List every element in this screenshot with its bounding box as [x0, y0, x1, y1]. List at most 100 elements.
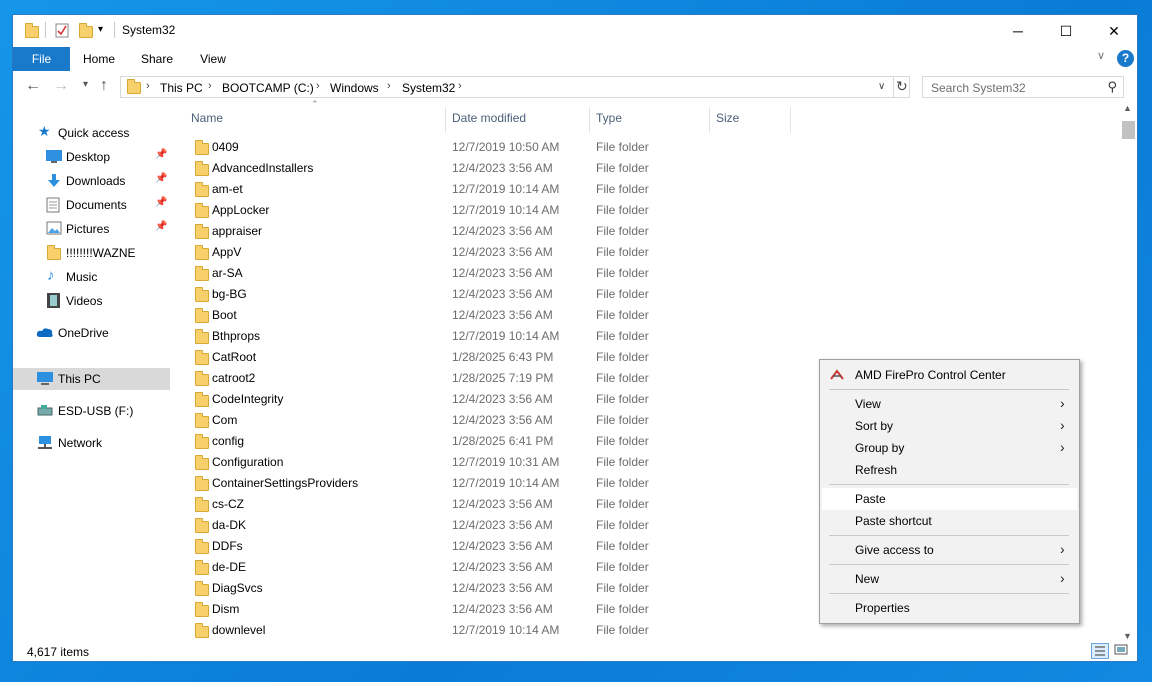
menu-item-amd-firepro[interactable]: AMD FirePro Control Center [822, 364, 1077, 386]
pin-icon[interactable]: 📌 [155, 221, 167, 232]
sidebar-item-onedrive[interactable]: OneDrive [13, 322, 170, 344]
chevron-right-icon[interactable]: › [146, 80, 150, 92]
column-divider[interactable] [589, 107, 590, 133]
forward-button[interactable]: → [53, 77, 69, 95]
breadcrumb-bootcamp[interactable]: BOOTCAMP (C:) [222, 81, 314, 95]
back-button[interactable]: ← [25, 77, 41, 95]
column-size[interactable]: Size [716, 105, 739, 131]
pin-icon[interactable]: 📌 [155, 197, 167, 208]
minimize-button[interactable]: ─ [995, 15, 1041, 47]
menu-item-paste-shortcut[interactable]: Paste shortcut [822, 510, 1077, 532]
menu-item-give-access[interactable]: Give access to › [822, 539, 1077, 561]
menu-item-paste[interactable]: Paste [822, 488, 1077, 510]
table-row[interactable]: Bthprops 12/7/2019 10:14 AM File folder [183, 326, 1121, 347]
close-button[interactable]: ✕ [1091, 15, 1137, 47]
table-row[interactable]: am-et 12/7/2019 10:14 AM File folder [183, 179, 1121, 200]
menu-item-label: Paste [855, 492, 886, 506]
breadcrumb-this-pc[interactable]: This PC [160, 81, 203, 95]
tab-home[interactable]: Home [75, 47, 123, 71]
customize-quick-access-icon[interactable]: ▾ [98, 24, 103, 35]
menu-item-group-by[interactable]: Group by › [822, 437, 1077, 459]
table-row[interactable]: AdvancedInstallers 12/4/2023 3:56 AM File … [183, 158, 1121, 179]
file-type: File folder [596, 350, 649, 364]
new-folder-quick-icon[interactable] [79, 23, 93, 38]
tab-file[interactable]: File [13, 47, 70, 71]
folder-icon [195, 161, 209, 176]
details-view-button[interactable] [1091, 643, 1109, 659]
sidebar-item-network[interactable]: Network [13, 432, 170, 454]
navigation-pane: ★ Quick access Desktop 📌 Downloads 📌 Doc… [13, 111, 171, 641]
sidebar-item-usb[interactable]: ESD-USB (F:) [13, 400, 170, 422]
file-type: File folder [596, 518, 649, 532]
table-row[interactable]: bg-BG 12/4/2023 3:56 AM File folder [183, 284, 1121, 305]
properties-quick-icon[interactable] [55, 23, 69, 41]
menu-item-label: Refresh [855, 463, 898, 477]
sidebar-item-label: OneDrive [58, 326, 109, 340]
column-name[interactable]: Name [191, 105, 223, 131]
table-row[interactable]: AppV 12/4/2023 3:56 AM File folder [183, 242, 1121, 263]
chevron-right-icon[interactable]: › [208, 80, 212, 92]
sidebar-item-quick-access[interactable]: ★ Quick access [13, 122, 170, 144]
menu-item-view[interactable]: View › [822, 393, 1077, 415]
breadcrumb-system32[interactable]: System32 [402, 81, 455, 95]
folder-icon [195, 371, 209, 386]
chevron-down-icon[interactable]: ∨ [878, 81, 885, 92]
file-type: File folder [596, 539, 649, 553]
sidebar-item-this-pc[interactable]: This PC [13, 368, 170, 390]
file-name: da-DK [212, 518, 247, 532]
search-input[interactable]: Search System32 ⚲ [922, 76, 1124, 98]
scroll-down-icon[interactable]: ▼ [1123, 631, 1132, 641]
menu-item-refresh[interactable]: Refresh [822, 459, 1077, 481]
menu-item-sort-by[interactable]: Sort by › [822, 415, 1077, 437]
breadcrumb-windows[interactable]: Windows [330, 81, 379, 95]
file-type: File folder [596, 371, 649, 385]
menu-item-label: Properties [855, 601, 910, 615]
file-date-modified: 12/7/2019 10:14 AM [452, 476, 560, 490]
file-date-modified: 1/28/2025 6:43 PM [452, 350, 554, 364]
vertical-scrollbar[interactable]: ▲ ▼ [1120, 101, 1137, 641]
table-row[interactable]: AppLocker 12/7/2019 10:14 AM File folder [183, 200, 1121, 221]
refresh-icon[interactable]: ↻ [896, 78, 908, 95]
large-icons-view-button[interactable] [1113, 643, 1131, 659]
file-date-modified: 12/4/2023 3:56 AM [452, 245, 553, 259]
tab-view[interactable]: View [189, 47, 237, 71]
column-divider[interactable] [445, 107, 446, 133]
file-date-modified: 12/7/2019 10:31 AM [452, 455, 560, 469]
sidebar-item-desktop[interactable]: Desktop 📌 [13, 146, 170, 168]
expand-ribbon-icon[interactable]: ∨ [1097, 49, 1105, 62]
menu-item-properties[interactable]: Properties [822, 597, 1077, 619]
column-type[interactable]: Type [596, 105, 622, 131]
pin-icon[interactable]: 📌 [155, 173, 167, 184]
recent-locations-button[interactable]: ▾ [83, 79, 88, 90]
pin-icon[interactable]: 📌 [155, 149, 167, 160]
scroll-up-icon[interactable]: ▲ [1123, 103, 1132, 113]
sidebar-item-downloads[interactable]: Downloads 📌 [13, 170, 170, 192]
table-row[interactable]: ar-SA 12/4/2023 3:56 AM File folder [183, 263, 1121, 284]
table-row[interactable]: Boot 12/4/2023 3:56 AM File folder [183, 305, 1121, 326]
sidebar-item-label: ESD-USB (F:) [58, 404, 134, 418]
sidebar-item-pictures[interactable]: Pictures 📌 [13, 218, 170, 240]
file-date-modified: 12/4/2023 3:56 AM [452, 287, 553, 301]
column-date-modified[interactable]: Date modified [452, 105, 526, 131]
sidebar-item-wazne[interactable]: !!!!!!!!WAZNE [13, 242, 170, 264]
column-divider[interactable] [709, 107, 710, 133]
scrollbar-thumb[interactable] [1122, 121, 1135, 139]
menu-separator [829, 389, 1069, 390]
file-name: CatRoot [212, 350, 257, 364]
column-divider[interactable] [790, 107, 791, 133]
maximize-button[interactable]: ☐ [1043, 15, 1089, 47]
help-icon[interactable]: ? [1117, 50, 1134, 67]
chevron-right-icon[interactable]: › [316, 80, 320, 92]
sidebar-item-music[interactable]: ♪ Music [13, 266, 170, 288]
sidebar-item-videos[interactable]: Videos [13, 290, 170, 312]
chevron-right-icon[interactable]: › [458, 80, 462, 92]
search-icon: ⚲ [1107, 79, 1117, 94]
sidebar-item-documents[interactable]: Documents 📌 [13, 194, 170, 216]
table-row[interactable]: 0409 12/7/2019 10:50 AM File folder [183, 137, 1121, 158]
table-row[interactable]: appraiser 12/4/2023 3:56 AM File folder [183, 221, 1121, 242]
chevron-right-icon[interactable]: › [387, 80, 391, 92]
menu-item-new[interactable]: New › [822, 568, 1077, 590]
tab-share[interactable]: Share [133, 47, 181, 71]
up-button[interactable]: ↑ [100, 77, 108, 95]
address-bar[interactable]: › This PC › BOOTCAMP (C:) › Windows › Sy… [120, 76, 910, 98]
